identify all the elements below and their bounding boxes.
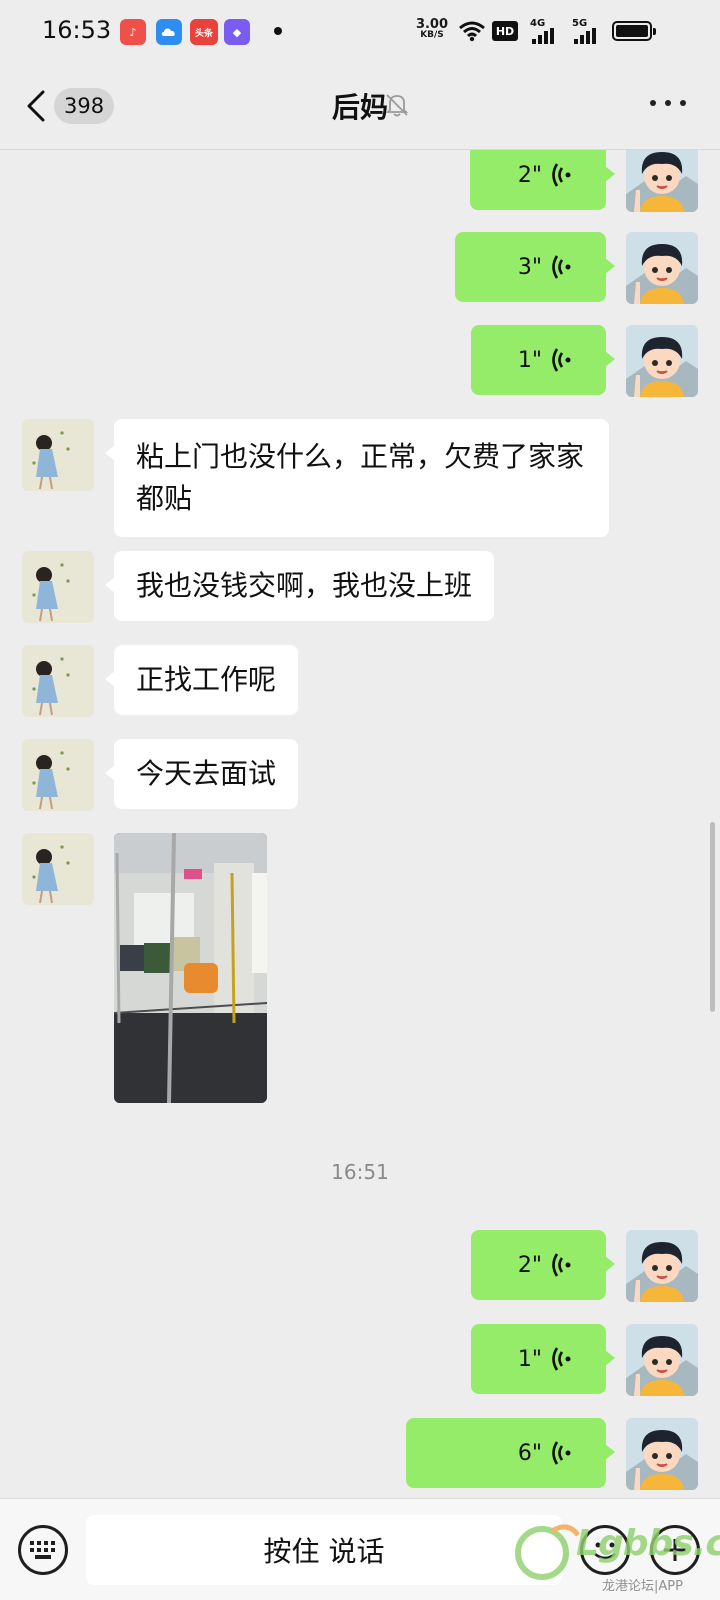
voice-duration: 6": [517, 1440, 542, 1466]
incoming-text-message[interactable]: 粘上门也没什么，正常，欠费了家家都贴: [105, 419, 609, 537]
outgoing-voice-message[interactable]: 1": [471, 325, 615, 395]
voice-wave-icon: [552, 1441, 571, 1465]
my-avatar[interactable]: [626, 150, 698, 212]
wifi-icon: [458, 20, 486, 46]
voice-duration: 2": [517, 1252, 542, 1278]
network-speed: 3.00 KB/S: [415, 17, 449, 40]
chat-messages[interactable]: 2" 3" 1" 粘上门也没什么，正常，欠费了家家都贴 我也没钱交啊，我也没上班…: [0, 150, 720, 1498]
my-avatar[interactable]: [626, 232, 698, 304]
voice-duration: 2": [517, 162, 542, 188]
my-avatar[interactable]: [626, 1324, 698, 1396]
outgoing-voice-message[interactable]: 2": [470, 150, 615, 210]
outgoing-voice-message[interactable]: 6": [406, 1418, 615, 1488]
my-avatar[interactable]: [626, 325, 698, 397]
outgoing-voice-message[interactable]: 1": [471, 1324, 615, 1394]
outgoing-voice-message[interactable]: 2": [471, 1230, 615, 1300]
chat-title: 后妈: [331, 91, 388, 124]
input-bar: 按住 说话 Lgbbs.cn 龙港论坛|APP: [0, 1498, 720, 1600]
status-time: 16:53: [42, 16, 112, 44]
watermark-subtitle: 龙港论坛|APP: [602, 1579, 683, 1594]
my-avatar[interactable]: [626, 1230, 698, 1302]
voice-wave-icon: [552, 1253, 571, 1277]
voice-wave-icon: [552, 348, 571, 372]
message-timestamp: 16:51: [331, 1160, 389, 1184]
status-bar: 16:53 ♪ 头条 ◆ 3.00 KB/S HD 4G 5G: [0, 0, 720, 62]
notification-dot: [274, 27, 282, 35]
more-options-button[interactable]: [650, 100, 686, 112]
hold-to-talk-button[interactable]: 按住 说话: [86, 1515, 562, 1585]
battery-icon: [612, 21, 656, 41]
contact-avatar[interactable]: [22, 645, 94, 717]
watermark-logo-icon: [515, 1524, 581, 1580]
scrollbar-thumb[interactable]: [710, 822, 715, 1012]
subway-photo-message[interactable]: [114, 833, 267, 1103]
voice-wave-icon: [552, 163, 571, 187]
keyboard-toggle-button[interactable]: [18, 1525, 68, 1575]
my-avatar[interactable]: [626, 1418, 698, 1490]
incoming-text-message[interactable]: 我也没钱交啊，我也没上班: [104, 551, 495, 621]
hd-badge: HD: [492, 21, 518, 41]
chat-header: 398 后妈: [0, 62, 720, 150]
voice-wave-icon: [552, 1347, 571, 1371]
keyboard-icon: [30, 1541, 55, 1559]
forum-watermark: Lgbbs.cn 龙港论坛|APP: [512, 1515, 720, 1599]
cloud-app-icon: [156, 19, 182, 45]
incoming-text-message[interactable]: 今天去面试: [104, 739, 299, 809]
mute-bell-icon: [384, 92, 410, 122]
shortcut-app-icon: ◆: [224, 19, 250, 45]
voice-duration: 3": [517, 254, 542, 280]
outgoing-voice-message[interactable]: 3": [455, 232, 615, 302]
contact-avatar[interactable]: [22, 551, 94, 623]
contact-avatar[interactable]: [22, 833, 94, 905]
contact-avatar[interactable]: [22, 739, 94, 811]
voice-duration: 1": [517, 1346, 542, 1372]
toutiao-app-icon: 头条: [190, 19, 218, 45]
incoming-text-message[interactable]: 正找工作呢: [104, 645, 299, 715]
contact-avatar[interactable]: [22, 419, 94, 491]
voice-duration: 1": [517, 347, 542, 373]
music-app-icon: ♪: [120, 19, 146, 45]
voice-wave-icon: [552, 255, 571, 279]
watermark-brand: Lgbbs.cn: [576, 1523, 720, 1564]
